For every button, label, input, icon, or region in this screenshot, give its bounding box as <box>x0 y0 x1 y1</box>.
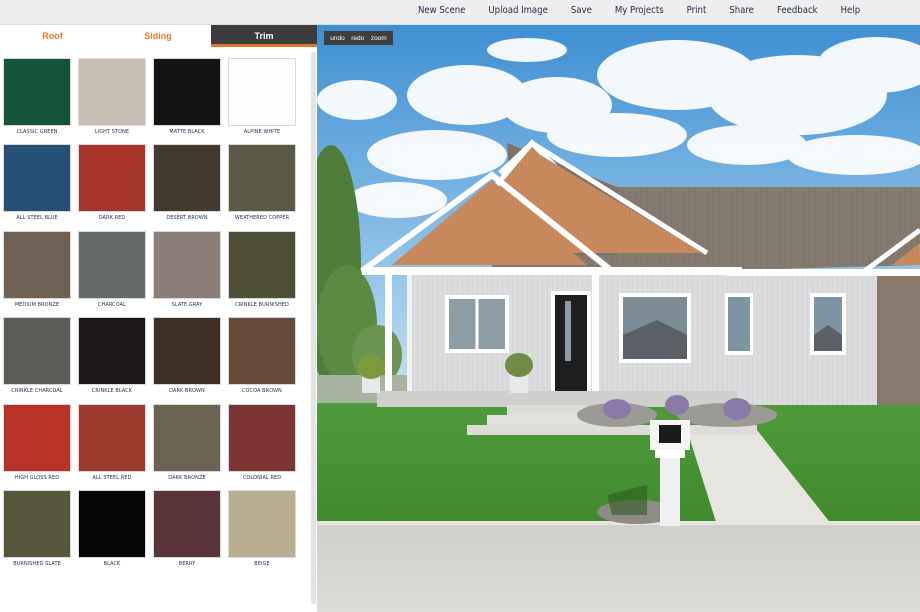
swatch-label: BEIGE <box>254 561 270 567</box>
app-root: New Scene Upload Image Save My Projects … <box>0 0 920 612</box>
swatch-color-chip <box>228 58 296 126</box>
swatch-label: DARK RED <box>98 215 126 222</box>
color-swatch[interactable]: WEATHERED COPPER <box>228 144 298 230</box>
swatch-label: ALL STEEL BLUE <box>16 215 58 222</box>
swatch-label: LIGHT STONE <box>94 129 130 135</box>
swatch-label: DARK BROWN <box>169 388 205 395</box>
swatch-color-chip <box>3 58 71 126</box>
swatch-color-chip <box>153 490 221 558</box>
swatch-color-chip <box>78 58 146 126</box>
swatch-color-chip <box>3 230 71 299</box>
swatch-color-chip <box>228 403 296 472</box>
swatch-label: MATTE BLACK <box>169 129 205 135</box>
color-panel: Roof Siding Trim CLASSIC GREEN LIGHT STON… <box>0 25 317 612</box>
nav-upload-image[interactable]: Upload Image <box>488 0 547 25</box>
swatch-color-chip <box>153 58 221 126</box>
color-swatch[interactable]: CRINKLE CHARCOAL <box>3 317 73 403</box>
swatch-color-chip <box>78 144 146 213</box>
nav-share[interactable]: Share <box>729 0 754 25</box>
swatch-color-chip <box>78 403 146 472</box>
swatch-color-chip <box>3 403 71 472</box>
color-swatch[interactable]: BLACK <box>78 490 148 576</box>
swatch-color-chip <box>153 403 221 472</box>
swatch-label: SLATE GRAY <box>171 301 203 308</box>
color-swatch[interactable]: COCOA BROWN <box>228 317 298 403</box>
swatch-color-chip <box>78 317 146 386</box>
color-swatch[interactable]: HIGH GLOSS RED <box>3 403 73 490</box>
swatch-color-chip <box>153 144 221 213</box>
category-tabs: Roof Siding Trim <box>0 25 317 47</box>
swatch-label: CRINKLE CHARCOAL <box>11 388 63 395</box>
color-swatch[interactable]: CRINKLE BLACK <box>78 317 148 403</box>
swatch-color-chip <box>153 317 221 386</box>
nav-print[interactable]: Print <box>687 0 707 25</box>
top-navigation-bar: New Scene Upload Image Save My Projects … <box>0 0 920 25</box>
tab-trim[interactable]: Trim <box>211 25 317 47</box>
swatch-label: HIGH GLOSS RED <box>14 474 60 481</box>
swatch-color-chip <box>228 317 296 386</box>
canvas-toolbar: undo redo zoom <box>324 31 393 45</box>
nav-save[interactable]: Save <box>571 0 592 25</box>
panel-scrollbar[interactable] <box>311 52 316 604</box>
color-swatch[interactable]: BEIGE <box>228 490 298 576</box>
swatch-label: BLACK <box>103 561 121 567</box>
nav-new-scene[interactable]: New Scene <box>418 0 465 25</box>
tab-siding[interactable]: Siding <box>105 25 211 47</box>
color-swatch[interactable]: ALL STEEL RED <box>78 403 148 490</box>
swatch-label: DESERT BROWN <box>166 215 208 222</box>
swatch-color-chip <box>3 317 71 386</box>
undo-button[interactable]: undo <box>330 35 344 42</box>
color-swatch[interactable]: DARK BROWN <box>153 317 223 403</box>
redo-button[interactable]: redo <box>351 35 364 42</box>
swatch-color-chip <box>228 144 296 213</box>
swatch-label: COLONIAL RED <box>242 474 282 481</box>
color-swatch[interactable]: CHARCOAL <box>78 230 148 317</box>
nav-menu: New Scene Upload Image Save My Projects … <box>418 0 860 25</box>
color-swatch[interactable]: BERRY <box>153 490 223 576</box>
color-swatch[interactable]: COLONIAL RED <box>228 403 298 490</box>
house-scene-image <box>317 25 920 612</box>
swatch-label: BURNISHED SLATE <box>13 561 61 567</box>
swatch-label: CHARCOAL <box>98 301 126 308</box>
swatch-color-chip <box>228 490 296 558</box>
swatch-label: CLASSIC GREEN <box>16 129 58 135</box>
swatch-label: MEDIUM BRONZE <box>14 301 60 308</box>
swatch-label: COCOA BROWN <box>242 388 282 395</box>
color-swatch[interactable]: DARK BRONZE <box>153 403 223 490</box>
swatch-label: WEATHERED COPPER <box>234 215 290 222</box>
color-swatch[interactable]: DESERT BROWN <box>153 144 223 230</box>
house-visualizer-canvas[interactable] <box>317 25 920 612</box>
color-swatch[interactable]: MATTE BLACK <box>153 58 223 144</box>
nav-help[interactable]: Help <box>841 0 861 25</box>
color-swatch[interactable]: LIGHT STONE <box>78 58 148 144</box>
swatch-label: ALL STEEL RED <box>92 474 132 481</box>
swatch-label: CRINKLE BLACK <box>91 388 133 395</box>
color-swatch[interactable]: BURNISHED SLATE <box>3 490 73 576</box>
swatch-color-chip <box>3 490 71 558</box>
color-swatch[interactable]: CRINKLE BURNISHED <box>228 230 298 317</box>
color-swatch[interactable]: ALPINE WHITE <box>228 58 298 144</box>
swatch-color-chip <box>78 230 146 299</box>
swatch-color-chip <box>228 230 296 299</box>
swatch-label: ALPINE WHITE <box>243 129 281 135</box>
swatch-color-chip <box>78 490 146 558</box>
color-swatch[interactable]: SLATE GRAY <box>153 230 223 317</box>
swatch-label: DARK BRONZE <box>168 474 206 481</box>
tab-roof[interactable]: Roof <box>0 25 105 47</box>
color-swatch[interactable]: MEDIUM BRONZE <box>3 230 73 317</box>
color-swatch[interactable]: ALL STEEL BLUE <box>3 144 73 230</box>
zoom-button[interactable]: zoom <box>371 35 387 42</box>
swatch-label: CRINKLE BURNISHED <box>235 301 289 308</box>
color-swatch[interactable]: CLASSIC GREEN <box>3 58 73 144</box>
swatch-label: BERRY <box>178 561 196 567</box>
nav-my-projects[interactable]: My Projects <box>615 0 664 25</box>
color-swatch[interactable]: DARK RED <box>78 144 148 230</box>
swatch-color-chip <box>153 230 221 299</box>
swatch-color-chip <box>3 144 71 213</box>
nav-feedback[interactable]: Feedback <box>777 0 818 25</box>
